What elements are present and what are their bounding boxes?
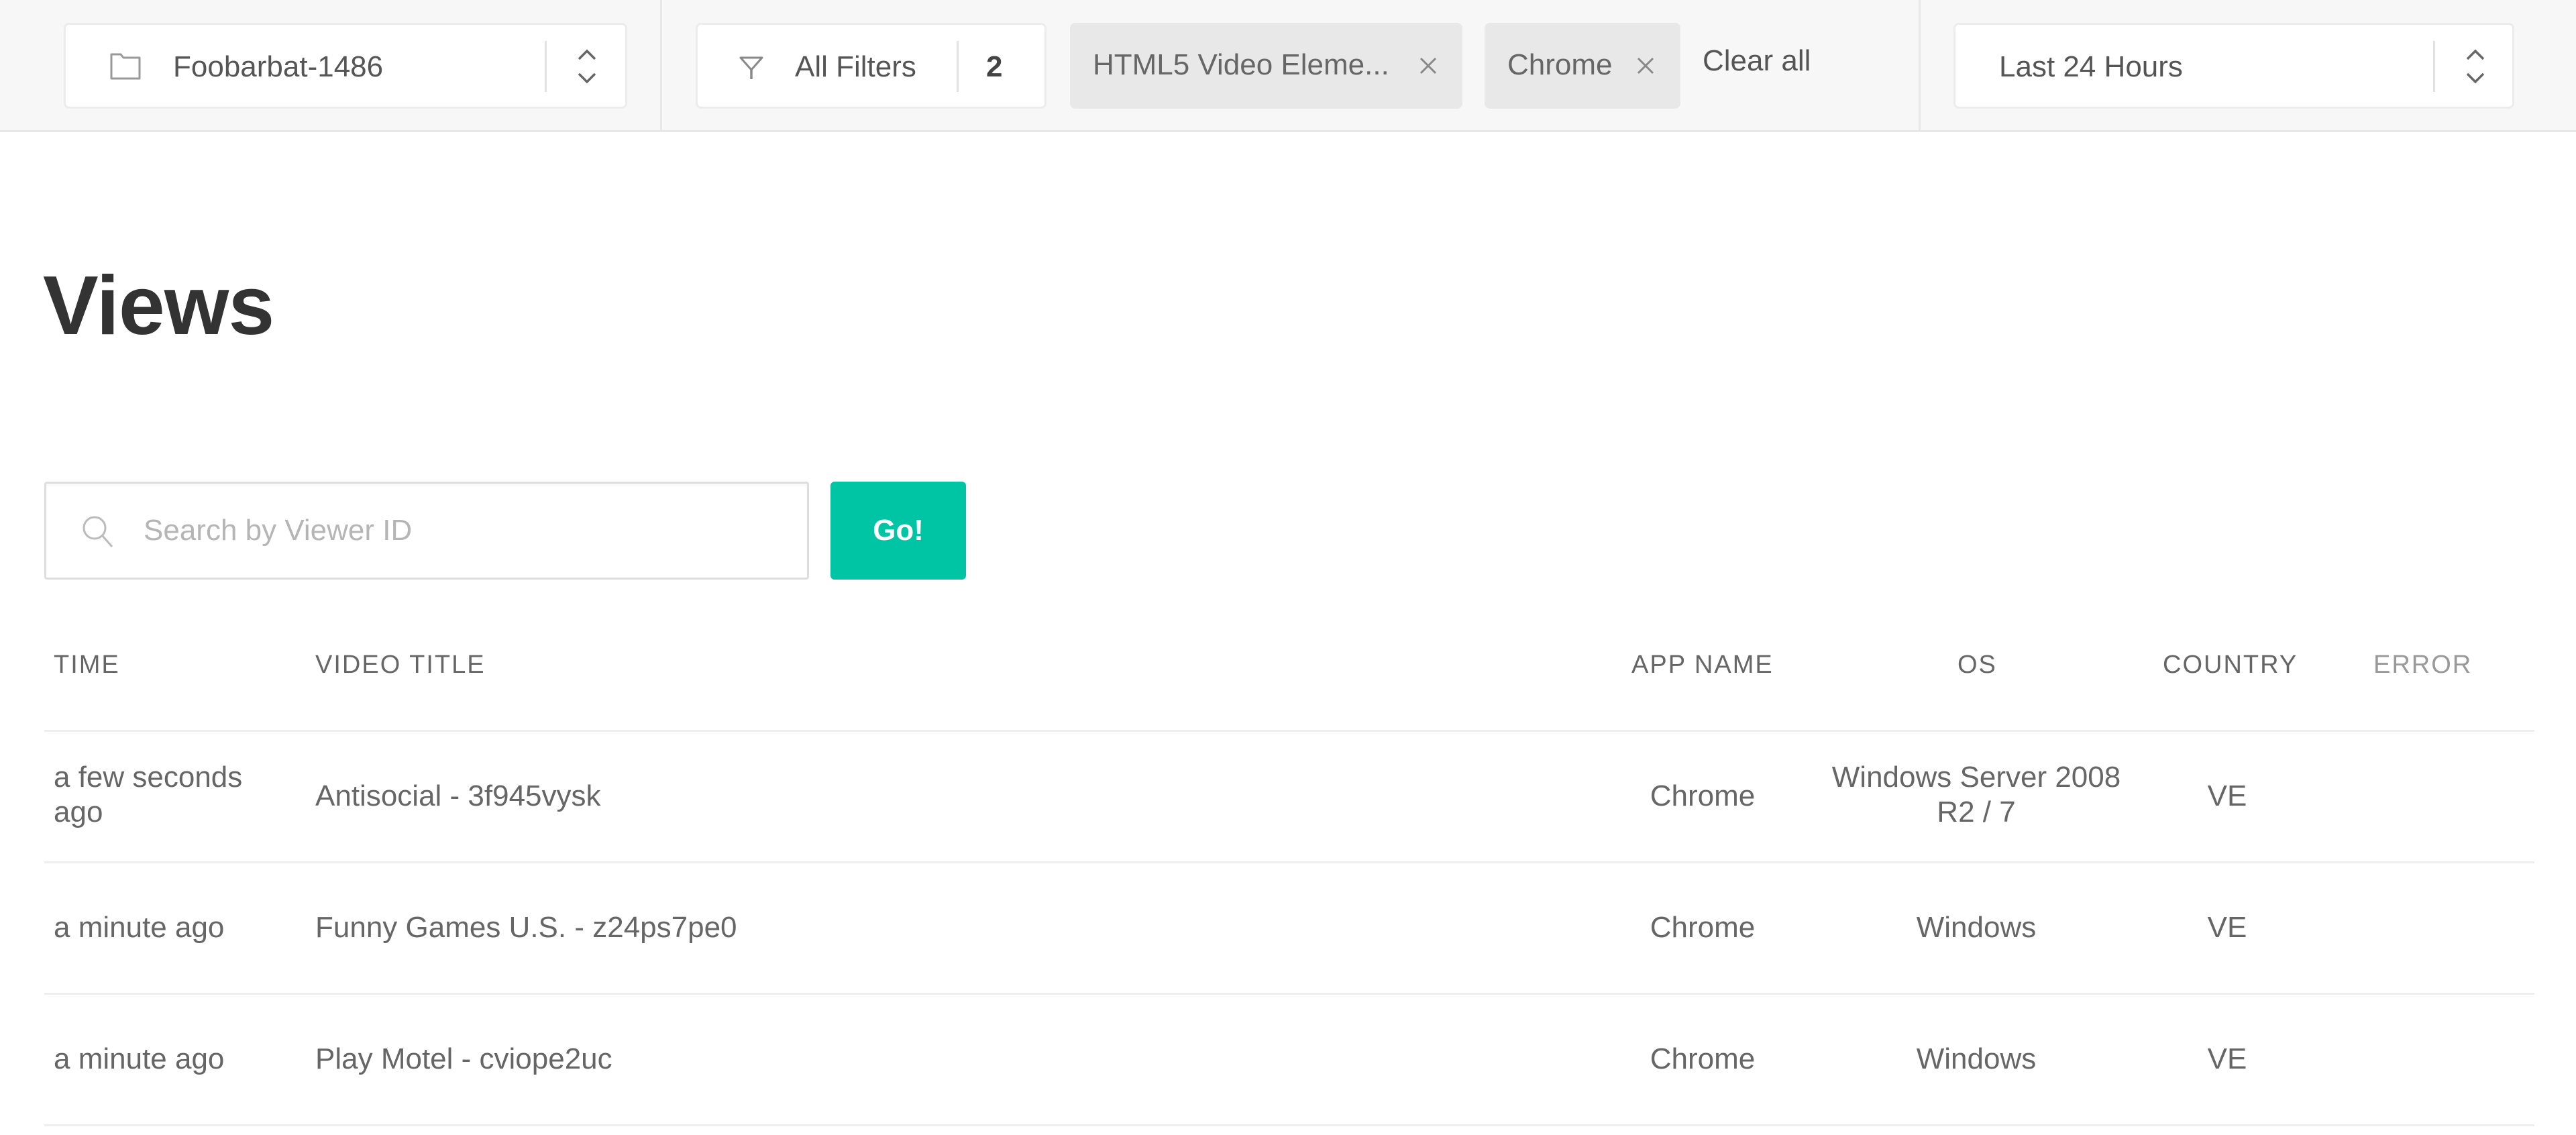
search-icon (83, 516, 113, 547)
cell-time: a few seconds ago (54, 761, 243, 828)
cell-video-title: Antisocial - 3f945vysk (315, 779, 601, 812)
property-selector[interactable]: Foobarbat-1486 (64, 23, 627, 109)
time-range-selector[interactable]: Last 24 Hours (1953, 23, 2514, 109)
clear-all-link[interactable]: Clear all (1703, 44, 1811, 78)
filter-count: 2 (986, 50, 1003, 83)
cell-country: VE (2207, 779, 2247, 812)
cell-app-name: Chrome (1650, 1042, 1756, 1075)
column-header-app-name[interactable]: APP NAME (1631, 651, 1774, 680)
time-range-value: Last 24 Hours (1999, 50, 2183, 83)
viewer-id-input[interactable] (144, 484, 794, 578)
property-name: Foobarbat-1486 (173, 50, 384, 83)
column-header-os[interactable]: OS (1957, 651, 1997, 680)
row-divider (44, 1124, 2534, 1126)
cell-time: a minute ago (54, 911, 225, 944)
column-header-error[interactable]: ERROR (2373, 651, 2472, 680)
table-row[interactable]: a minute ago Play Motel - cviope2uc Chro… (44, 995, 2534, 1124)
all-filters-button[interactable]: All Filters 2 (696, 23, 1046, 109)
close-icon[interactable] (1419, 56, 1438, 75)
page-title: Views (43, 260, 274, 352)
filter-chip-label: Chrome (1507, 48, 1613, 81)
cell-video-title: Funny Games U.S. - z24ps7pe0 (315, 911, 737, 944)
cell-app-name: Chrome (1650, 779, 1756, 812)
filter-chip-chrome[interactable]: Chrome (1485, 23, 1680, 109)
filter-toolbar: Foobarbat-1486 All Filters 2 HTML5 Video… (0, 0, 2576, 132)
cell-time: a minute ago (54, 1042, 225, 1075)
chevron-up-down-icon[interactable] (574, 43, 600, 90)
close-icon[interactable] (1636, 56, 1655, 75)
cell-os: Windows (1916, 911, 2037, 944)
chevron-up-down-icon[interactable] (2462, 43, 2489, 90)
cell-os: Windows Server 2008 R2 / 7 (1831, 761, 2121, 828)
folder-icon (110, 53, 141, 80)
cell-os: Windows (1916, 1042, 2037, 1075)
table-row[interactable]: a few seconds ago Antisocial - 3f945vysk… (44, 732, 2534, 861)
divider (545, 41, 547, 92)
all-filters-label: All Filters (795, 50, 916, 83)
divider (957, 41, 959, 92)
cell-country: VE (2207, 911, 2247, 944)
table-row[interactable]: a minute ago Funny Games U.S. - z24ps7pe… (44, 863, 2534, 993)
toolbar-divider (660, 0, 662, 130)
viewer-search-field[interactable] (44, 482, 809, 580)
cell-country: VE (2207, 1042, 2247, 1075)
divider (2433, 41, 2435, 92)
filter-chip-html5-video[interactable]: HTML5 Video Eleme... (1070, 23, 1462, 109)
toolbar-divider (1919, 0, 1921, 130)
filter-chip-label: HTML5 Video Eleme... (1093, 48, 1389, 81)
cell-app-name: Chrome (1650, 911, 1756, 944)
column-header-time[interactable]: TIME (54, 651, 120, 680)
column-header-country[interactable]: COUNTRY (2163, 651, 2298, 680)
go-button[interactable]: Go! (830, 482, 966, 580)
filter-icon (739, 56, 763, 79)
column-header-video-title[interactable]: VIDEO TITLE (315, 651, 486, 680)
cell-video-title: Play Motel - cviope2uc (315, 1042, 612, 1075)
